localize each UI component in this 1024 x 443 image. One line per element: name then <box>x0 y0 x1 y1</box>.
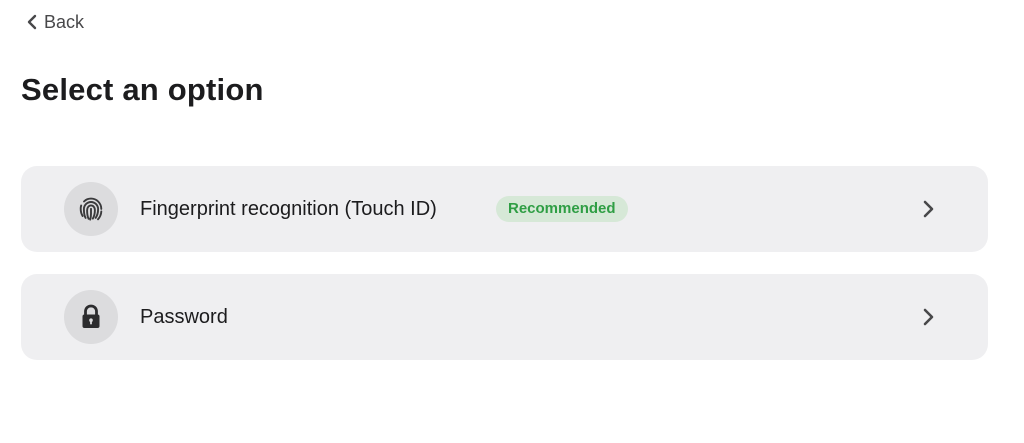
back-button[interactable]: Back <box>26 10 84 34</box>
chevron-right-icon <box>916 305 940 329</box>
recommended-badge: Recommended <box>496 196 628 222</box>
fingerprint-icon <box>64 182 118 236</box>
page: Back Select an option Fingerprint recogn… <box>0 0 1024 443</box>
option-password[interactable]: Password <box>21 274 988 360</box>
option-password-label: Password <box>140 306 228 328</box>
option-fingerprint-label: Fingerprint recognition (Touch ID) <box>140 198 437 220</box>
chevron-left-icon <box>26 14 38 30</box>
option-fingerprint[interactable]: Fingerprint recognition (Touch ID) Recom… <box>21 166 988 252</box>
lock-icon <box>64 290 118 344</box>
page-title: Select an option <box>21 72 264 107</box>
chevron-right-icon <box>916 197 940 221</box>
back-label: Back <box>44 11 85 32</box>
